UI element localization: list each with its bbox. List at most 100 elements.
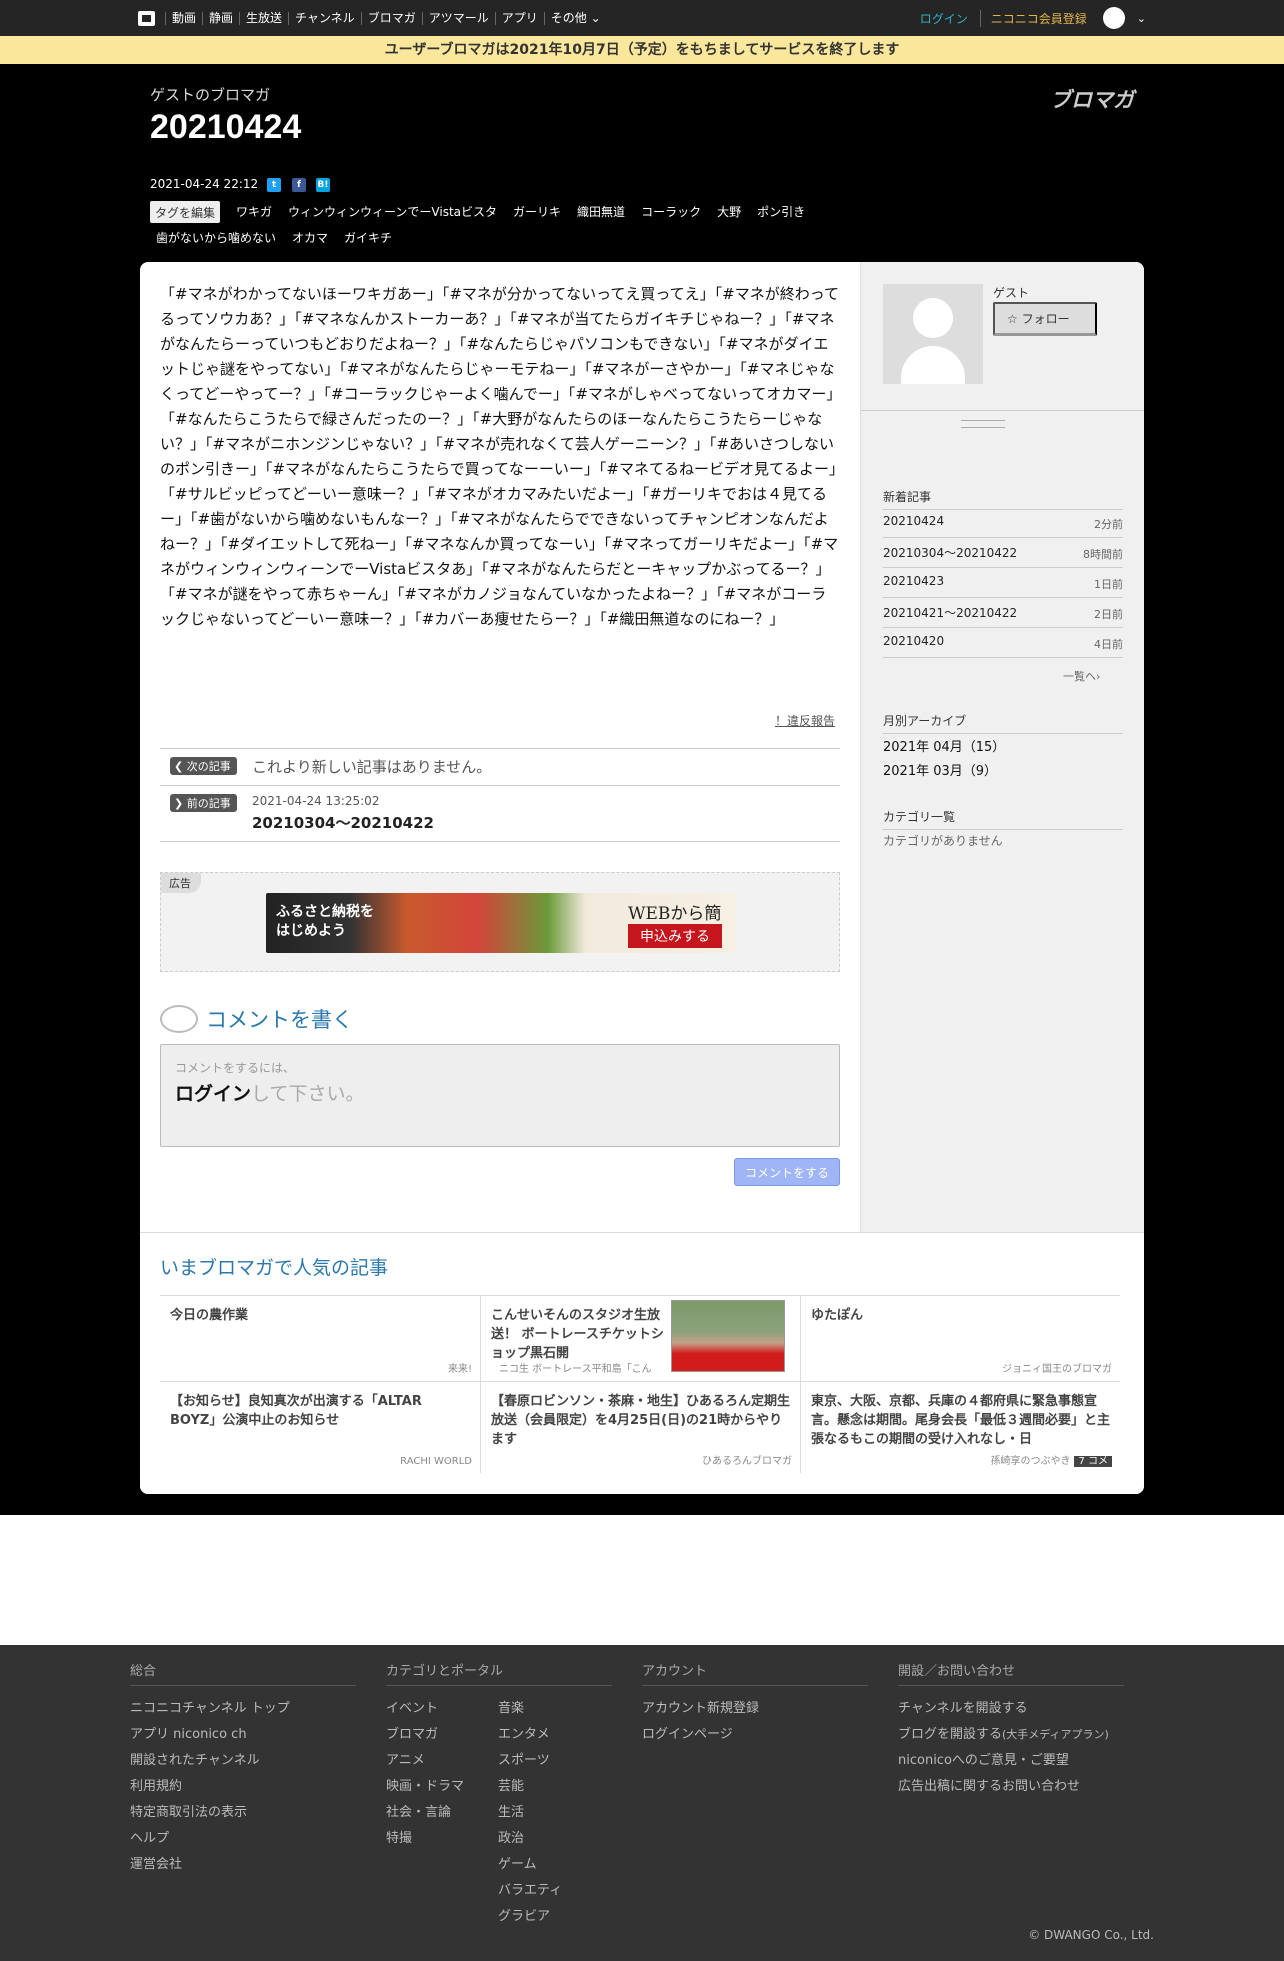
tag-item[interactable]: コーラック — [641, 201, 701, 223]
footer-link[interactable]: グラビア — [498, 1904, 562, 1930]
prev-article-row[interactable]: ❯ 前の記事 2021-04-24 13:25:02 20210304～2021… — [160, 785, 840, 842]
follow-button[interactable]: ☆ フォロー — [993, 302, 1097, 336]
blog-name[interactable]: ゲストのブロマガ — [150, 84, 270, 105]
tag-item[interactable]: ガイキチ — [344, 227, 392, 249]
recent-item-age: 2日前 — [1094, 608, 1123, 621]
prev-article-date: 2021-04-24 13:25:02 — [252, 794, 380, 808]
footer-link[interactable]: 特定商取引法の表示 — [130, 1800, 356, 1826]
footer-link[interactable]: 運営会社 — [130, 1852, 356, 1878]
popular-articles: いまブロマガで人気の記事 今日の農作業 来来! こんせいそんのスタジオ生放送！ … — [140, 1232, 1144, 1494]
footer-link[interactable]: イベント — [386, 1696, 498, 1722]
recent-item-age: 4日前 — [1094, 638, 1123, 651]
popular-item-title: 今日の農作業 — [170, 1308, 249, 1323]
ad-banner[interactable]: ふるさと納税をはじめよう WEBから簡単 申込みする — [266, 893, 736, 953]
register-link[interactable]: ニコニコ会員登録 — [979, 9, 1087, 27]
comment-submit-button[interactable]: コメントをする — [734, 1158, 840, 1186]
footer-col-contact: 開設／お問い合わせ チャンネルを開設する ブログを開設する(大手メディアプラン)… — [898, 1660, 1124, 1800]
ad-area: 広告 ふるさと納税をはじめよう WEBから簡単 申込みする — [160, 872, 840, 972]
footer-link[interactable]: ブログを開設する(大手メディアプラン) — [898, 1722, 1124, 1748]
recent-item[interactable]: 20210423 1日前 — [883, 568, 1123, 598]
footer-link[interactable]: 芸能 — [498, 1774, 562, 1800]
nav-item-video[interactable]: 動画 — [165, 11, 202, 25]
footer-link[interactable]: 映画・ドラマ — [386, 1774, 498, 1800]
footer-link[interactable]: チャンネルを開設する — [898, 1696, 1124, 1722]
footer-link[interactable]: 利用規約 — [130, 1774, 356, 1800]
tag-item[interactable]: ワキガ — [236, 201, 272, 223]
archive-item[interactable]: 2021年 03月（9） — [883, 760, 997, 779]
footer-heading: 総合 — [130, 1660, 356, 1686]
footer-link[interactable]: 社会・言論 — [386, 1800, 498, 1826]
recent-item-title: 20210421～20210422 — [883, 606, 1018, 620]
hatena-bookmark-icon[interactable]: B! — [316, 178, 330, 192]
nav-item-channel[interactable]: チャンネル — [288, 11, 361, 25]
popular-item[interactable]: 【お知らせ】良知真次が出演する「ALTAR BOYZ」公演中止のお知らせ RAC… — [160, 1381, 480, 1473]
recent-item[interactable]: 20210421～20210422 2日前 — [883, 598, 1123, 628]
footer-link[interactable]: 広告出稿に関するお問い合わせ — [898, 1774, 1124, 1800]
nav-item-more[interactable]: その他 ⌄ — [543, 11, 607, 25]
blomaga-logo[interactable]: ブロマガ — [1050, 84, 1134, 114]
chevron-down-icon[interactable]: ⌄ — [1137, 12, 1146, 25]
footer-link[interactable]: 特撮 — [386, 1826, 498, 1852]
footer-link[interactable]: niconicoへのご意見・ご要望 — [898, 1748, 1124, 1774]
footer-link[interactable]: 音楽 — [498, 1696, 562, 1722]
tag-item[interactable]: ガーリキ — [513, 201, 561, 223]
tag-list: タグを編集 ワキガ ウィンウィンウィーンでーVistaビスタ ガーリキ 織田無道… — [150, 201, 870, 249]
facebook-share-icon[interactable]: f — [292, 178, 306, 192]
footer-link[interactable]: 開設されたチャンネル — [130, 1748, 356, 1774]
footer-link[interactable]: アプリ niconico ch — [130, 1722, 356, 1748]
comment-count-badge: 7 コメ — [1074, 1456, 1112, 1467]
popular-item-source: ジョニィ国王のブロマガ — [1002, 1364, 1112, 1375]
avatar[interactable] — [883, 284, 983, 384]
report-link[interactable]: ！違反報告 — [775, 712, 835, 729]
tag-item[interactable]: ウィンウィンウィーンでーVistaビスタ — [288, 201, 497, 223]
nav-item-app[interactable]: アプリ — [494, 11, 544, 25]
comment-input[interactable]: コメントをするには、 ログインして下さい。 — [160, 1044, 840, 1147]
popular-item[interactable]: 東京、大阪、京都、兵庫の４都府県に緊急事態宣言。懸念は期間。尾身会長「最低３週間… — [800, 1381, 1120, 1473]
nav-item-blomaga[interactable]: ブロマガ — [360, 11, 422, 25]
recent-item[interactable]: 20210424 2分前 — [883, 508, 1123, 538]
footer-link[interactable]: ニコニコチャンネル トップ — [130, 1696, 356, 1722]
footer-link[interactable]: アカウント新規登録 — [642, 1696, 868, 1722]
niconico-logo-icon[interactable] — [138, 10, 155, 26]
footer-link[interactable]: ログインページ — [642, 1722, 868, 1748]
twitter-share-icon[interactable]: t — [267, 178, 281, 192]
star-icon: ☆ — [1007, 312, 1018, 326]
profile-name[interactable]: ゲスト — [993, 284, 1029, 301]
footer-link[interactable]: ブロマガ — [386, 1722, 498, 1748]
user-avatar-icon[interactable] — [1102, 7, 1125, 29]
recent-item[interactable]: 20210420 4日前 — [883, 628, 1123, 658]
service-end-notice: ユーザーブロマガは2021年10月7日（予定）をもちましてサービスを終了します — [0, 36, 1284, 64]
nav-item-seiga[interactable]: 静画 — [202, 11, 239, 25]
popular-item[interactable]: ゆたぽん ジョニィ国王のブロマガ — [800, 1295, 1120, 1381]
popular-item[interactable]: 【春原ロビンソン・茶麻・地生】ひあるろん定期生放送（会員限定）を4月25日(日)… — [480, 1381, 800, 1473]
footer-link[interactable]: バラエティ — [498, 1878, 562, 1904]
nav-item-atsumaru[interactable]: アツマール — [421, 11, 495, 25]
archive-item[interactable]: 2021年 04月（15） — [883, 736, 1005, 755]
recent-more-label: 一覧へ — [1063, 670, 1096, 683]
footer-link[interactable]: 政治 — [498, 1826, 562, 1852]
footer-link[interactable]: 生活 — [498, 1800, 562, 1826]
global-nav-right: ログイン ニコニコ会員登録 ⌄ — [920, 0, 1146, 36]
tag-item[interactable]: 織田無道 — [577, 201, 625, 223]
tag-item[interactable]: オカマ — [292, 227, 328, 249]
comment-login-link[interactable]: ログイン — [175, 1083, 251, 1105]
footer-link[interactable]: アニメ — [386, 1748, 498, 1774]
footer-link[interactable]: スポーツ — [498, 1748, 562, 1774]
tag-item[interactable]: ポン引き — [757, 201, 805, 223]
nav-item-live[interactable]: 生放送 — [239, 11, 288, 25]
footer-link[interactable]: ゲーム — [498, 1852, 562, 1878]
prev-article-title[interactable]: 20210304～20210422 — [252, 812, 434, 833]
edit-tags-button[interactable]: タグを編集 — [150, 201, 221, 223]
popular-item-title: こんせいそんのスタジオ生放送！ ボートレースチケットショップ黒石開 — [491, 1308, 664, 1361]
recent-more-link[interactable]: 一覧へ› — [1063, 668, 1100, 684]
login-link[interactable]: ログイン — [920, 10, 968, 27]
popular-item[interactable]: こんせいそんのスタジオ生放送！ ボートレースチケットショップ黒石開 ニコ生 ボー… — [480, 1295, 800, 1381]
tag-item[interactable]: 大野 — [717, 201, 741, 223]
popular-item-meta: 孫崎享のつぶやき 7 コメ — [990, 1452, 1112, 1467]
tag-item[interactable]: 歯がないから噛めない — [156, 227, 276, 249]
recent-item[interactable]: 20210304～20210422 8時間前 — [883, 538, 1123, 568]
footer-link[interactable]: ヘルプ — [130, 1826, 356, 1852]
footer-link[interactable]: エンタメ — [498, 1722, 562, 1748]
popular-item[interactable]: 今日の農作業 来来! — [160, 1295, 480, 1381]
collapse-handle-icon[interactable] — [961, 420, 1005, 428]
